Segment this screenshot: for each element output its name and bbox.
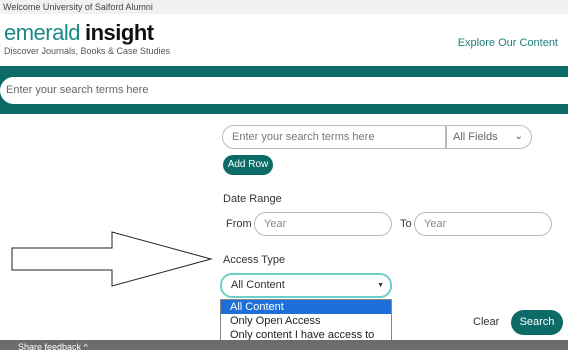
share-feedback-bar[interactable]: Share feedback ^ [0,340,568,350]
logo-tagline: Discover Journals, Books & Case Studies [4,46,171,56]
logo-part-insight: insight [84,20,154,45]
caret-down-icon: ▼ [377,282,384,289]
chevron-down-icon: ⌄ [514,131,523,142]
date-range-label: Date Range [223,193,282,205]
access-type-selected: All Content [231,279,285,291]
main-search-placeholder: Enter your search terms here [6,84,149,96]
access-type-dropdown: All Content Only Open Access Only conten… [220,299,392,343]
field-select[interactable]: All Fields ⌄ [446,125,532,149]
welcome-bar: Welcome University of Salford Alumni [0,0,568,14]
to-year-placeholder: Year [424,218,447,230]
from-label: From [226,218,252,230]
advanced-search-placeholder: Enter your search terms here [232,131,375,143]
emerald-insight-logo[interactable]: emerald insight Discover Journals, Books … [4,20,170,56]
explore-our-content-link[interactable]: Explore Our Content [458,37,558,49]
to-year-input[interactable]: Year [414,212,552,236]
from-year-input[interactable]: Year [254,212,392,236]
access-option-all-content[interactable]: All Content [221,300,391,314]
logo-part-emerald: emerald [4,20,80,45]
arrow-right-icon [11,231,213,287]
access-type-label: Access Type [223,254,286,266]
advanced-search-input[interactable]: Enter your search terms here [222,125,446,149]
from-year-placeholder: Year [264,218,287,230]
to-label: To [400,218,412,230]
access-type-select[interactable]: All Content ▼ [220,273,392,298]
search-button[interactable]: Search [511,310,563,335]
field-select-value: All Fields [453,131,498,143]
add-row-button[interactable]: Add Row [223,155,273,175]
main-search-input[interactable]: Enter your search terms here [0,77,568,104]
access-option-open-access[interactable]: Only Open Access [221,314,391,328]
clear-button[interactable]: Clear [473,316,499,328]
